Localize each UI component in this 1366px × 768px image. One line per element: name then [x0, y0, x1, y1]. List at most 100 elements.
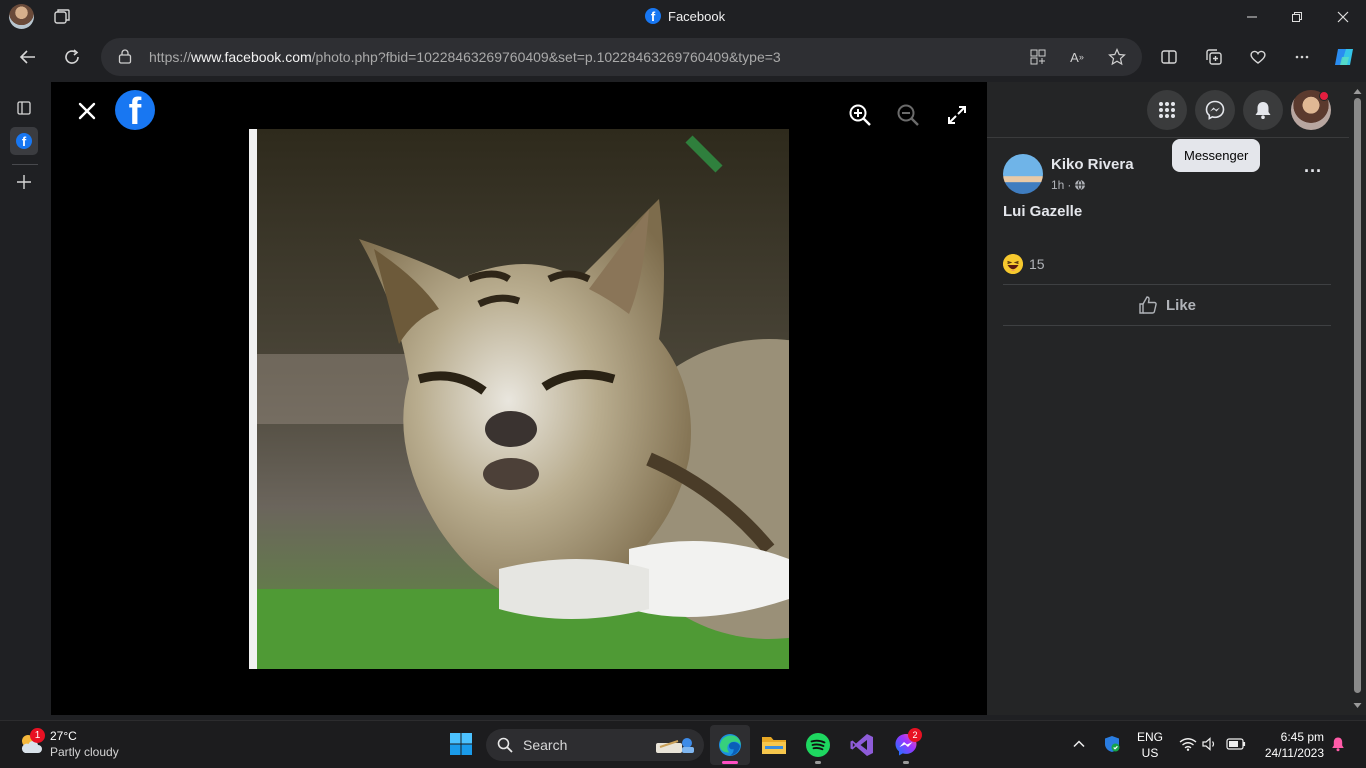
collections-icon	[1206, 49, 1222, 65]
new-tab-button[interactable]	[10, 168, 38, 196]
running-app-indicator	[815, 761, 821, 764]
post-details-panel: Messenger Kiko Rivera 1h · ··· Lui Gazel…	[987, 82, 1349, 715]
search-label: Search	[523, 737, 568, 753]
url-domain: www.facebook.com	[191, 49, 312, 65]
thumbs-up-icon	[1139, 296, 1157, 314]
tab-actions-button[interactable]	[10, 94, 38, 122]
split-screen-button[interactable]	[1155, 43, 1183, 71]
close-viewer-button[interactable]	[73, 97, 101, 125]
notifications-button[interactable]	[1243, 90, 1283, 130]
url-prefix: https://	[149, 49, 192, 65]
post-photo[interactable]	[249, 129, 789, 669]
refresh-icon	[65, 49, 79, 64]
settings-more-button[interactable]	[1288, 43, 1316, 71]
messenger-unread-badge: 2	[908, 728, 922, 742]
spotify-icon	[806, 733, 830, 757]
zoom-out-icon[interactable]	[896, 103, 920, 127]
author-avatar[interactable]	[1003, 154, 1043, 194]
like-button[interactable]: Like	[1003, 285, 1331, 325]
collections-button[interactable]	[1200, 43, 1228, 71]
security-shield-icon[interactable]	[1103, 735, 1121, 753]
volume-icon[interactable]	[1202, 737, 1218, 751]
running-app-indicator	[903, 761, 909, 764]
messenger-icon	[1205, 100, 1225, 120]
edge-browser-icon	[719, 734, 741, 756]
chevron-up-icon[interactable]	[1072, 737, 1086, 751]
reaction-count[interactable]: 15	[1029, 256, 1045, 272]
search-highlight-icon	[656, 738, 694, 753]
photo-viewer: f	[51, 82, 987, 715]
panel-header	[987, 82, 1349, 138]
lock-icon[interactable]	[118, 49, 132, 64]
system-clock[interactable]: 6:45 pm 24/11/2023	[1254, 729, 1324, 761]
haha-reaction-icon[interactable]	[1003, 254, 1023, 274]
taskbar-visual-studio[interactable]	[842, 725, 882, 765]
read-aloud-icon[interactable]: A»	[1067, 47, 1087, 67]
restore-icon	[1292, 12, 1302, 22]
bell-icon	[1255, 102, 1271, 119]
more-horizontal-icon	[1295, 55, 1309, 59]
post-time[interactable]: 1h	[1051, 178, 1064, 192]
windows-taskbar: 1 27°C Partly cloudy Search 2 ENG US 6:4…	[0, 720, 1366, 768]
url-text[interactable]: https://www.facebook.com/photo.php?fbid=…	[149, 49, 781, 65]
weather-alert-badge: 1	[30, 728, 45, 743]
notification-bell-icon[interactable]	[1330, 736, 1346, 752]
restore-button[interactable]	[1274, 0, 1320, 34]
vertical-tabs-sidebar: f	[0, 80, 50, 720]
minimize-icon	[1247, 16, 1257, 18]
wifi-icon[interactable]	[1179, 737, 1197, 751]
account-notification-dot	[1319, 91, 1329, 101]
globe-icon[interactable]	[1074, 179, 1086, 191]
taskbar-search[interactable]: Search	[486, 729, 704, 761]
taskbar-edge[interactable]	[710, 725, 750, 765]
zoom-in-icon[interactable]	[848, 103, 872, 127]
facebook-favicon-icon: f	[645, 8, 661, 24]
tab-facebook[interactable]: f	[10, 127, 38, 155]
address-bar[interactable]: https://www.facebook.com/photo.php?fbid=…	[101, 38, 1142, 76]
input-language[interactable]: ENG US	[1136, 729, 1164, 761]
facebook-logo-icon[interactable]: f	[115, 90, 155, 130]
post-meta: 1h ·	[1051, 178, 1086, 192]
post-options-button[interactable]: ···	[1301, 162, 1325, 186]
plus-icon	[17, 175, 31, 189]
tab-actions-icon	[17, 101, 31, 115]
weather-temperature[interactable]: 27°C	[50, 729, 77, 743]
page-scrollbar[interactable]	[1349, 82, 1366, 715]
browser-profile-avatar[interactable]	[9, 4, 34, 29]
taskbar-messenger[interactable]: 2	[886, 725, 926, 765]
back-button[interactable]	[14, 43, 42, 71]
refresh-button[interactable]	[58, 43, 86, 71]
close-icon	[1337, 11, 1349, 23]
fullscreen-icon[interactable]	[945, 103, 969, 127]
taskbar-file-explorer[interactable]	[754, 725, 794, 765]
browser-toolbar: https://www.facebook.com/photo.php?fbid=…	[0, 34, 1366, 80]
grid-menu-icon	[1159, 102, 1175, 118]
close-window-button[interactable]	[1320, 0, 1366, 34]
divider	[1003, 325, 1331, 326]
scroll-up-arrow-icon[interactable]	[1349, 84, 1366, 98]
facebook-favicon-icon: f	[16, 133, 32, 149]
folder-icon	[762, 737, 786, 754]
menu-button[interactable]	[1147, 90, 1187, 130]
search-icon	[497, 737, 513, 753]
copilot-button[interactable]	[1330, 43, 1358, 71]
split-screen-icon	[1161, 50, 1177, 64]
scroll-down-arrow-icon[interactable]	[1349, 699, 1366, 713]
meta-separator: ·	[1067, 178, 1072, 192]
workspaces-icon[interactable]	[52, 7, 72, 27]
keyboard-layout: US	[1141, 746, 1159, 760]
app-available-icon[interactable]	[1028, 47, 1048, 67]
scrollbar-thumb[interactable]	[1354, 98, 1361, 693]
windows-start-icon[interactable]	[449, 732, 473, 756]
like-label: Like	[1165, 296, 1196, 314]
post-caption: Lui Gazelle	[1003, 203, 1083, 220]
browser-essentials-button[interactable]	[1244, 43, 1272, 71]
favorite-star-icon[interactable]	[1107, 47, 1127, 67]
taskbar-spotify[interactable]	[798, 725, 838, 765]
messenger-button[interactable]	[1195, 90, 1235, 130]
author-name[interactable]: Kiko Rivera	[1051, 156, 1134, 173]
language-code: ENG	[1136, 730, 1163, 744]
minimize-button[interactable]	[1229, 0, 1275, 34]
weather-description[interactable]: Partly cloudy	[50, 745, 119, 759]
battery-icon[interactable]	[1226, 738, 1246, 750]
